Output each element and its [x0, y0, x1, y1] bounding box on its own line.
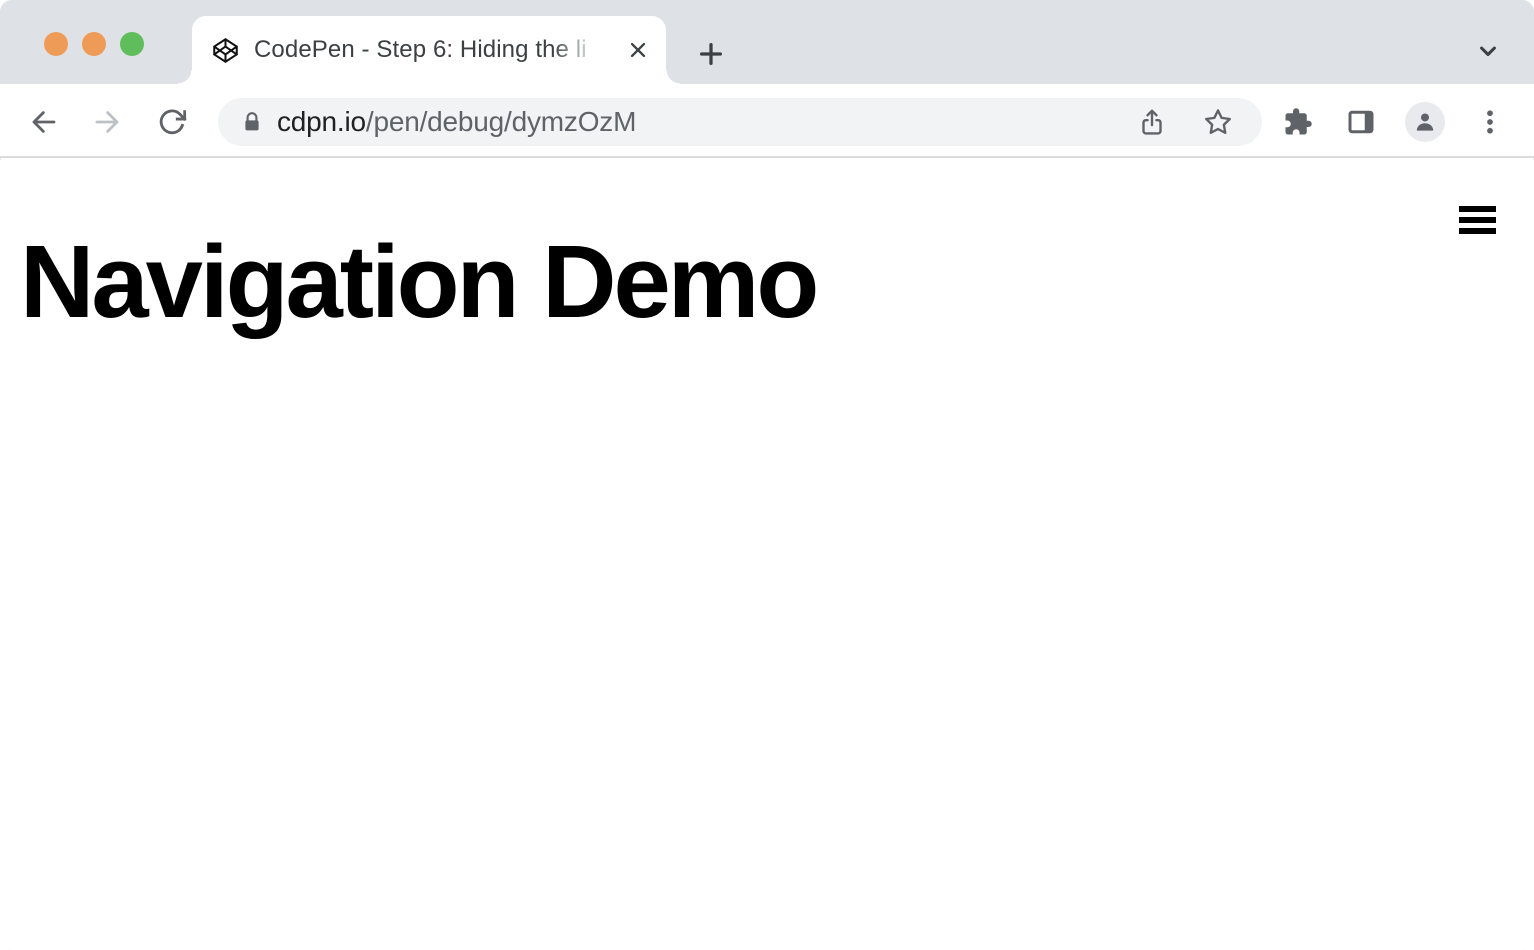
omnibox-actions: [1136, 106, 1234, 138]
codepen-logo-icon: [212, 37, 239, 64]
back-button[interactable]: [28, 106, 60, 138]
page-content: Navigation Demo: [0, 160, 1534, 950]
window-minimize-button[interactable]: [82, 32, 106, 56]
url-text: cdpn.io/pen/debug/dymzOzM: [277, 106, 636, 138]
tab-title-area: CodePen - Step 6: Hiding the li: [254, 35, 610, 65]
hamburger-bar: [1459, 228, 1496, 234]
tab-close-button[interactable]: [624, 36, 652, 64]
hamburger-bar: [1459, 206, 1496, 212]
page-heading: Navigation Demo: [20, 224, 819, 339]
url-domain: cdpn.io: [277, 106, 366, 137]
person-icon: [1416, 113, 1434, 131]
tab-list-chevron-button[interactable]: [1474, 37, 1502, 65]
share-button[interactable]: [1136, 106, 1168, 138]
arrow-left-icon: [32, 111, 56, 133]
side-panel-icon: [1348, 110, 1374, 134]
browser-toolbar: cdpn.io/pen/debug/dymzOzM: [0, 84, 1534, 158]
window-controls: [44, 32, 144, 56]
bookmark-button[interactable]: [1202, 106, 1234, 138]
window-maximize-button[interactable]: [120, 32, 144, 56]
new-tab-button[interactable]: [696, 39, 726, 69]
extensions-button[interactable]: [1282, 106, 1314, 138]
arrow-right-icon: [95, 111, 119, 133]
hamburger-menu-button[interactable]: [1459, 206, 1496, 234]
lock-icon: [240, 110, 264, 134]
reload-button[interactable]: [156, 106, 188, 138]
forward-button[interactable]: [91, 106, 123, 138]
hamburger-bar: [1459, 217, 1496, 223]
window-close-button[interactable]: [44, 32, 68, 56]
url-path: /pen/debug/dymzOzM: [365, 106, 637, 137]
profile-avatar-button[interactable]: [1405, 102, 1445, 142]
tab-strip: CodePen - Step 6: Hiding the li: [0, 0, 1534, 84]
side-panel-button[interactable]: [1345, 106, 1377, 138]
address-bar[interactable]: cdpn.io/pen/debug/dymzOzM: [218, 98, 1262, 146]
puzzle-icon: [1285, 108, 1312, 135]
tab-corner-left: [178, 70, 192, 84]
tab-title-fade: [552, 35, 610, 65]
browser-menu-button[interactable]: [1474, 106, 1506, 138]
star-icon: [1205, 109, 1231, 135]
tab-corner-right: [666, 70, 680, 84]
browser-window: CodePen - Step 6: Hiding the li cdpn.io/…: [0, 0, 1534, 950]
reload-icon: [159, 109, 187, 135]
kebab-menu-icon: [1487, 110, 1493, 134]
share-icon: [1142, 109, 1162, 135]
browser-tab[interactable]: CodePen - Step 6: Hiding the li: [178, 16, 680, 84]
